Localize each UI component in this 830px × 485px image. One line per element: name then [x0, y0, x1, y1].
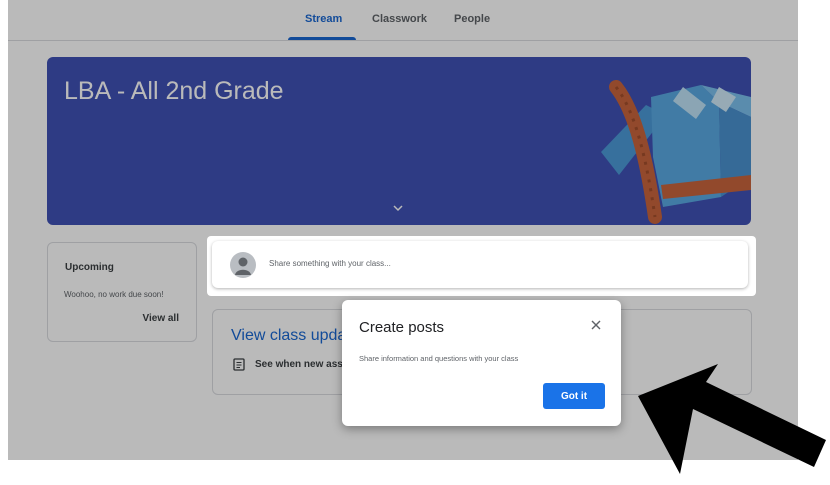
share-input[interactable]: Share something with your class...: [269, 259, 391, 268]
dialog-title: Create posts: [359, 319, 445, 336]
share-box[interactable]: Share something with your class...: [212, 241, 748, 288]
share-highlight: Share something with your class...: [207, 236, 756, 296]
avatar-icon: [230, 252, 256, 278]
close-icon[interactable]: [590, 319, 602, 331]
dialog-text: Share information and questions with you…: [359, 354, 519, 363]
got-it-button[interactable]: Got it: [543, 383, 605, 409]
create-posts-dialog: Create posts Share information and quest…: [342, 300, 621, 426]
arrow-icon: [638, 364, 826, 474]
